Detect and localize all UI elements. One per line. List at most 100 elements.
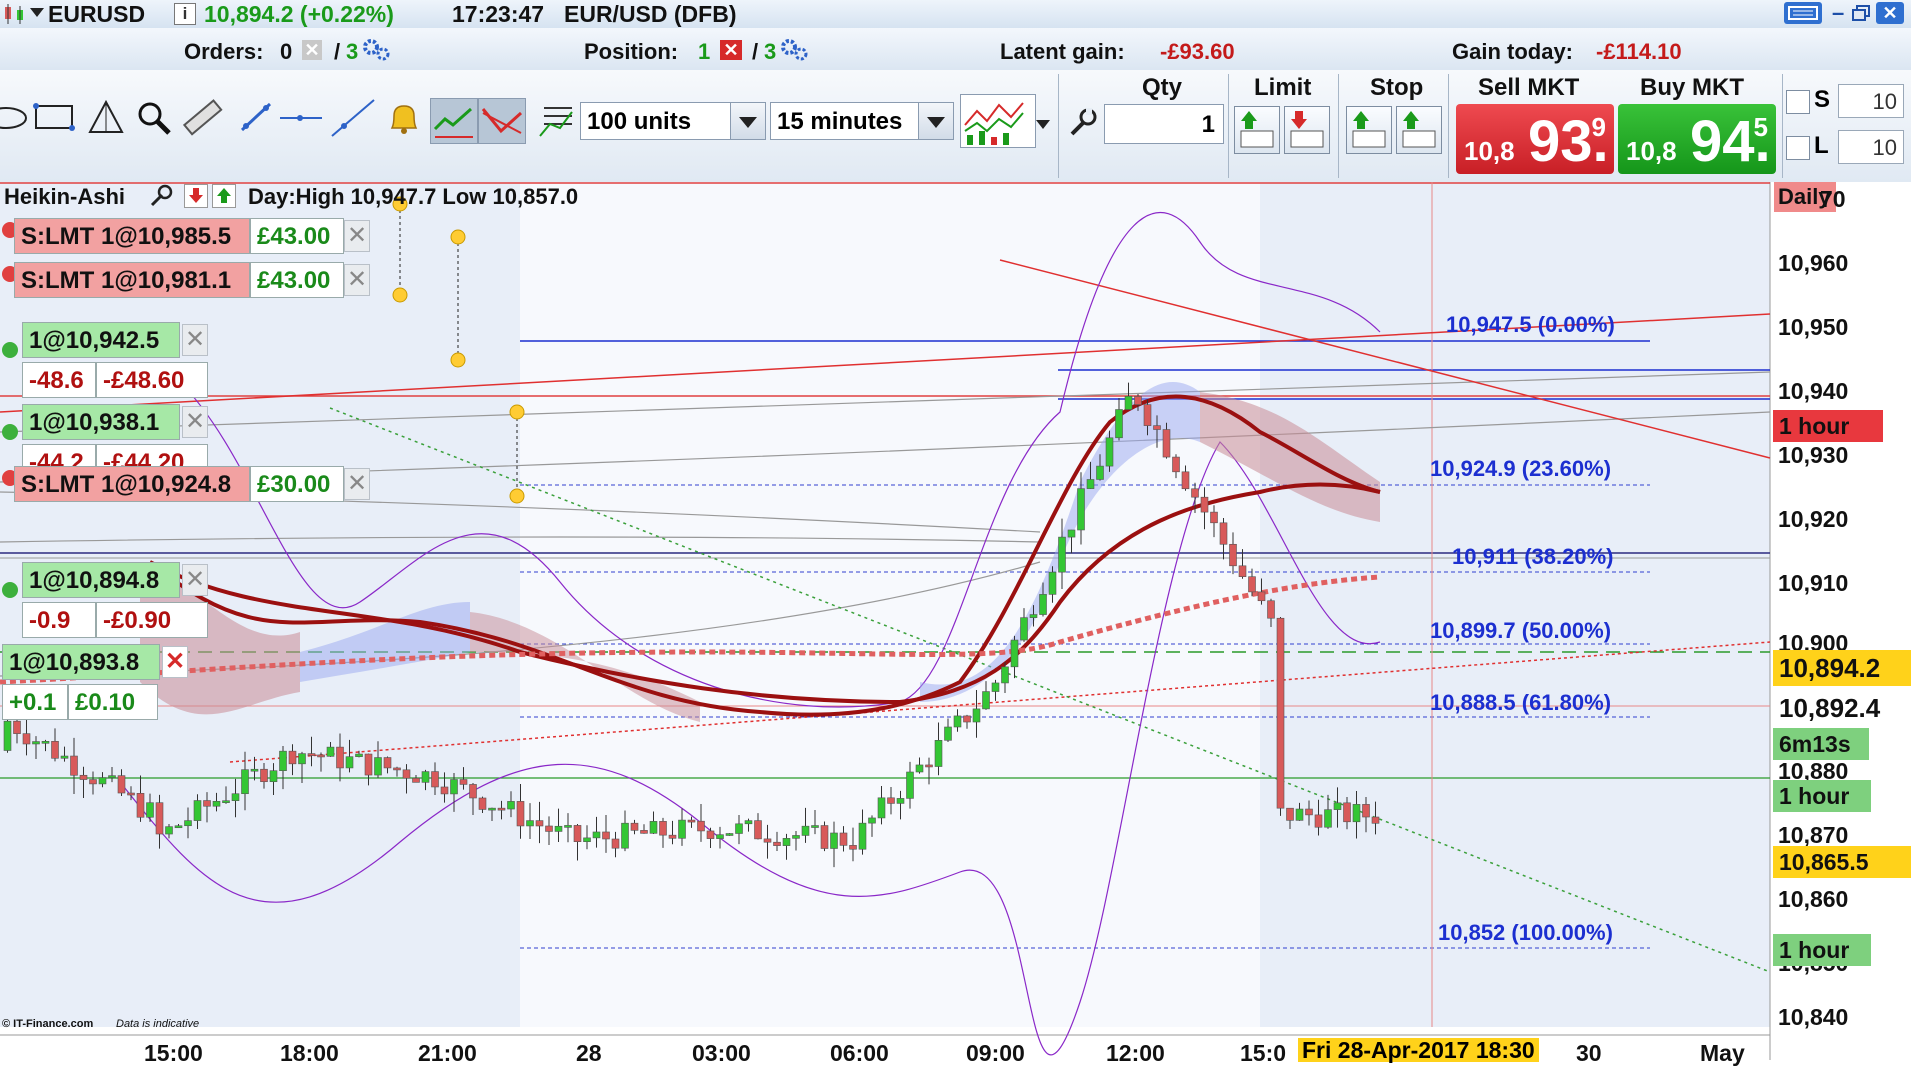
sell-price-pip: 9 xyxy=(1591,112,1606,142)
candle-body xyxy=(573,825,582,842)
candle-body xyxy=(79,774,88,780)
ellipse-tool-icon[interactable] xyxy=(0,98,30,143)
timeframe-select[interactable]: 15 minutes xyxy=(770,102,954,140)
indicator-list-icon[interactable] xyxy=(536,98,576,147)
zoom-icon[interactable] xyxy=(134,98,174,143)
data-note: Data is indicative xyxy=(116,1018,200,1030)
candle-body xyxy=(535,820,544,827)
units-select[interactable]: 100 units xyxy=(580,102,766,140)
stop-limit-label[interactable]: S:LMT 1@10,981.1 xyxy=(14,262,250,298)
candle-body xyxy=(1200,496,1209,513)
position-label[interactable]: 1@10,938.1 xyxy=(22,404,180,440)
price-tick: 10,920 xyxy=(1778,506,1849,532)
toolbar: 100 units 15 minutes Qty 1 Limit Stop Se… xyxy=(0,70,1911,183)
stop-limit-label[interactable]: S:LMT 1@10,924.8 xyxy=(14,466,250,502)
ruler-icon[interactable] xyxy=(180,98,224,143)
gears-icon[interactable] xyxy=(362,38,392,67)
close-icon[interactable]: ✕ xyxy=(182,564,208,596)
close-icon[interactable]: ✕ xyxy=(182,406,208,438)
candle-body xyxy=(1219,522,1228,545)
l-checkbox[interactable] xyxy=(1786,136,1810,160)
alert-bell-icon[interactable] xyxy=(384,98,424,143)
restore-icon[interactable] xyxy=(1852,4,1872,27)
candle-body xyxy=(545,825,553,832)
chevron-down-icon[interactable] xyxy=(730,103,765,139)
close-icon[interactable]: ✕ xyxy=(344,468,370,500)
close-positions-icon[interactable]: ✕ xyxy=(720,40,742,60)
position-label[interactable]: 1@10,893.8 xyxy=(2,644,160,680)
chevron-down-icon[interactable] xyxy=(1036,120,1050,129)
summary-bar: Orders: 0 ✕ / 3 Position: 1 ✕ / 3 Latent… xyxy=(0,28,1911,71)
position-label: Position: xyxy=(584,39,679,64)
l-input[interactable]: 10 xyxy=(1838,130,1904,164)
candle-body xyxy=(830,832,838,849)
candle-body xyxy=(336,746,344,769)
trend-line-icon[interactable] xyxy=(236,98,276,143)
candle-body xyxy=(1134,396,1142,405)
close-icon[interactable]: ✕ xyxy=(344,220,370,252)
qty-label: Qty xyxy=(1142,74,1183,101)
qty-input[interactable]: 1 xyxy=(1104,104,1224,144)
sell-mkt-label: Sell MKT xyxy=(1478,74,1580,101)
candle-body xyxy=(953,715,962,728)
position-label[interactable]: 1@10,894.8 xyxy=(22,562,180,598)
candle-body xyxy=(155,802,164,835)
price-chart[interactable] xyxy=(0,182,1911,1060)
rectangle-tool-icon[interactable] xyxy=(32,98,78,143)
candle-body xyxy=(792,835,800,839)
candle-body xyxy=(1238,565,1247,577)
candle-body xyxy=(640,830,648,834)
candle-body xyxy=(279,750,287,771)
keyboard-icon[interactable] xyxy=(1784,2,1822,24)
sell-mkt-button[interactable]: 10,8 93. 9 xyxy=(1456,104,1614,174)
gear-icon[interactable] xyxy=(2,342,18,358)
close-icon[interactable]: ✕ xyxy=(162,646,188,678)
stop-limit-label[interactable]: S:LMT 1@10,985.5 xyxy=(14,218,250,254)
close-icon[interactable]: ✕ xyxy=(1876,2,1904,24)
candle-body xyxy=(1020,617,1028,641)
chart-type-icon[interactable] xyxy=(960,94,1036,148)
candle-body xyxy=(592,831,601,839)
cancel-orders-icon[interactable]: ✕ xyxy=(302,40,322,60)
chevron-down-icon[interactable] xyxy=(918,103,953,139)
candle-body xyxy=(744,820,753,825)
close-icon[interactable]: ✕ xyxy=(182,324,208,356)
fib-label: 10,899.7 (50.00%) xyxy=(1430,618,1612,643)
price-tick: 10,910 xyxy=(1778,570,1849,596)
minimize-icon[interactable]: – xyxy=(1832,0,1844,26)
dropdown-icon[interactable] xyxy=(30,8,44,17)
arrow-up-icon[interactable] xyxy=(212,184,236,208)
horizontal-line-icon[interactable] xyxy=(278,98,324,143)
wrench-icon[interactable] xyxy=(148,183,174,214)
buy-mkt-button[interactable]: 10,8 94. 5 xyxy=(1618,104,1776,174)
sell-price-prefix: 10,8 xyxy=(1464,136,1515,166)
channel-tool-icon[interactable] xyxy=(430,98,478,144)
triangle-tool-icon[interactable] xyxy=(86,98,126,143)
candle-body xyxy=(1257,591,1266,602)
fib-label: 10,888.5 (61.80%) xyxy=(1430,690,1612,715)
s-input[interactable]: 10 xyxy=(1838,84,1904,118)
position-label[interactable]: 1@10,942.5 xyxy=(22,322,180,358)
hour-tag: 1 hour xyxy=(1773,780,1871,812)
stop-order-alt-button[interactable] xyxy=(1396,106,1442,154)
candle-body xyxy=(1210,511,1218,524)
price-tick: 10,860 xyxy=(1778,886,1849,912)
info-icon[interactable]: i xyxy=(174,3,196,25)
handle-dot xyxy=(450,229,466,245)
gear-icon[interactable] xyxy=(2,424,18,440)
ray-line-icon[interactable] xyxy=(330,98,376,143)
close-icon[interactable]: ✕ xyxy=(344,264,370,296)
gears-icon[interactable] xyxy=(780,38,810,67)
orders-separator: / xyxy=(334,39,341,64)
candle-body xyxy=(412,777,420,783)
limit-order-alt-button[interactable] xyxy=(1284,106,1330,154)
symbol-name[interactable]: EURUSD xyxy=(48,1,145,28)
wrench-icon[interactable] xyxy=(1066,106,1098,143)
s-checkbox[interactable] xyxy=(1786,90,1810,114)
fibonacci-tool-icon[interactable] xyxy=(478,98,526,144)
stop-order-button[interactable] xyxy=(1346,106,1392,154)
pnl-points: -48.6 xyxy=(22,362,96,398)
limit-order-button[interactable] xyxy=(1234,106,1280,154)
gear-icon[interactable] xyxy=(2,582,18,598)
arrow-down-icon[interactable] xyxy=(184,184,208,208)
